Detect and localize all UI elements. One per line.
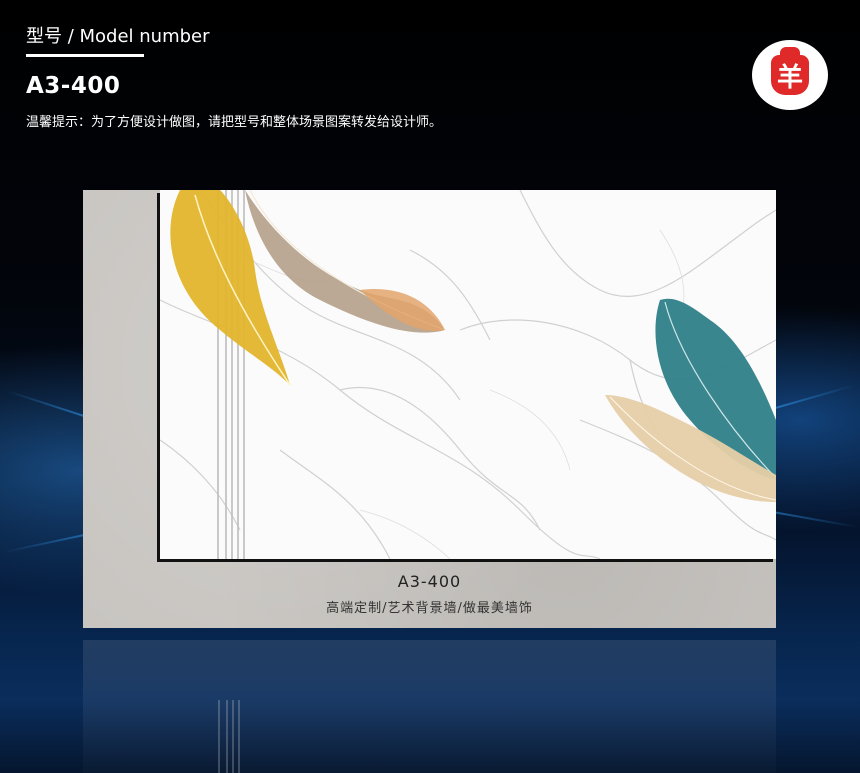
- caption-subtitle: 高端定制/艺术背景墙/做最美墙饰: [326, 601, 533, 616]
- model-number: A3-400: [26, 73, 121, 99]
- brand-logo: 羊: [752, 40, 828, 110]
- sheep-bag-icon: 羊: [771, 47, 809, 95]
- notice-text: 温馨提示：为了方便设计做图，请把型号和整体场景图案转发给设计师。: [26, 115, 443, 130]
- panel-reflection: [83, 640, 776, 773]
- feather-marble-artwork: [160, 190, 776, 559]
- reflection-line: [226, 700, 228, 773]
- caption-model-number: A3-400: [397, 572, 462, 591]
- reflection-line: [232, 700, 234, 773]
- reflection-line: [238, 700, 240, 773]
- section-title: 型号 / Model number: [26, 26, 210, 47]
- title-underline: [26, 54, 144, 57]
- reflection-line: [218, 700, 220, 773]
